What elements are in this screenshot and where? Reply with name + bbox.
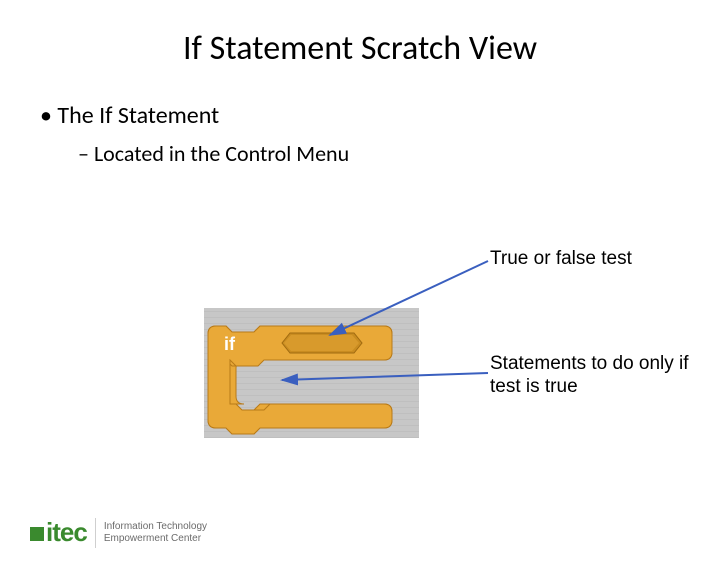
annotation-body: Statements to do only if test is true [490, 353, 720, 399]
logo: itec Information Technology Empowerment … [30, 517, 207, 548]
scratch-block-preview: if [204, 308, 419, 438]
slide-title: If Statement Scratch View [0, 28, 720, 69]
logo-line2: Empowerment Center [104, 533, 201, 544]
logo-mark: itec [30, 517, 87, 548]
logo-line1: Information Technology [104, 521, 207, 532]
if-block: if [204, 308, 419, 438]
if-keyword: if [224, 334, 236, 354]
logo-mark-text: itec [46, 517, 87, 548]
logo-tagline: Information Technology Empowerment Cente… [104, 521, 207, 544]
bullet-level-1: The If Statement [40, 101, 720, 130]
logo-square-icon [30, 527, 44, 541]
annotation-condition: True or false test [490, 248, 632, 270]
logo-divider [95, 518, 96, 548]
bullet-level-2: Located in the Control Menu [78, 140, 720, 167]
